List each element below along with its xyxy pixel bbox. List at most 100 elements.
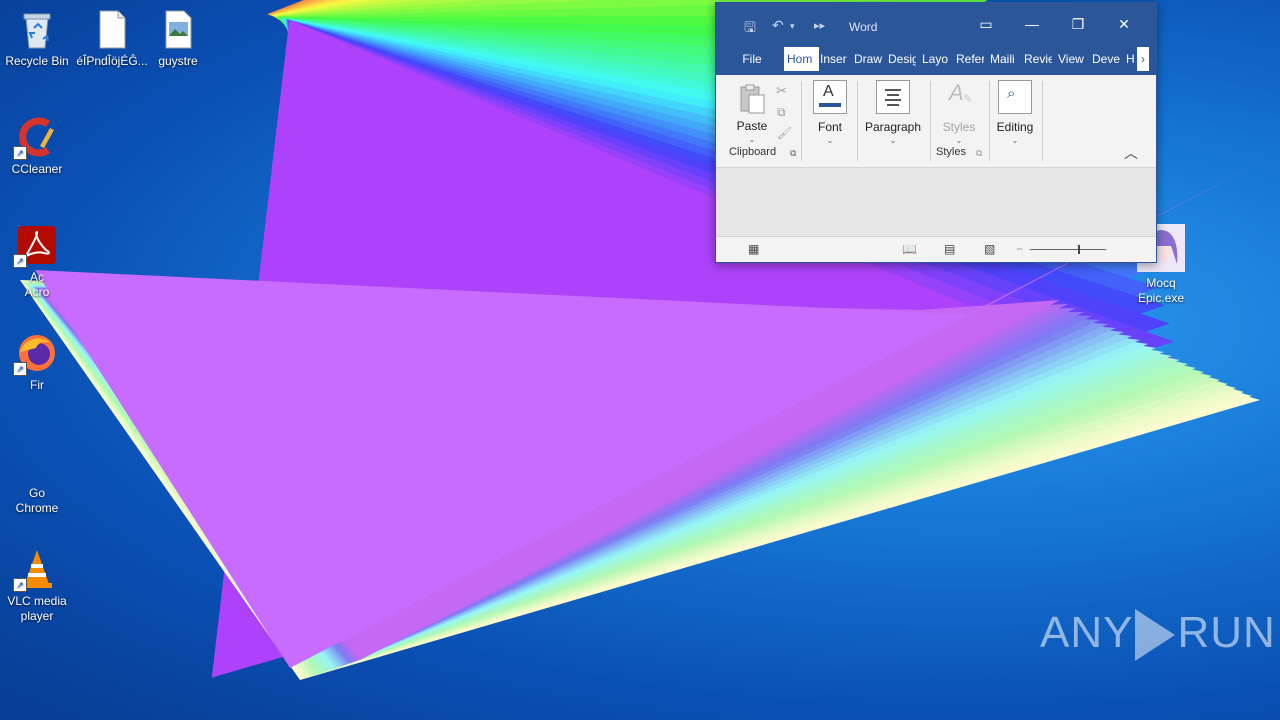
minimize-button[interactable]: — xyxy=(1018,13,1046,35)
chrome-icon[interactable]: Go Chrome xyxy=(1,450,73,516)
tab-help[interactable]: H xyxy=(1126,47,1136,71)
pastel-sheet xyxy=(29,284,1165,671)
shortcut-arrow-icon: ↗ xyxy=(13,254,27,268)
styles-dropdown-icon[interactable]: ⌄ xyxy=(938,136,980,145)
word-titlebar[interactable]: 🖫 ↶ ▾ ▸▸ Word ▭ — ❐ ✕ xyxy=(716,3,1156,43)
pastel-sheet xyxy=(34,287,1116,666)
pastel-sheet xyxy=(35,287,1109,665)
file-1-icon[interactable]: éÎPndÎöjÉĜ... xyxy=(76,8,148,69)
copy-icon[interactable]: ⧉ xyxy=(777,105,786,120)
paragraph-align-icon xyxy=(876,80,910,114)
pastel-sheet xyxy=(40,290,1060,660)
tab-references[interactable]: Refer xyxy=(956,47,984,71)
watermark-left-text: ANY xyxy=(1040,608,1134,657)
paste-dropdown-icon[interactable]: ⌄ xyxy=(730,135,774,144)
restore-button[interactable]: ❐ xyxy=(1064,13,1092,35)
font-dropdown-icon[interactable]: ⌄ xyxy=(812,136,848,145)
undo-dropdown-icon[interactable]: ▾ xyxy=(790,21,795,32)
magenta-sheet xyxy=(330,85,548,200)
editing-dropdown-icon[interactable]: ⌄ xyxy=(994,136,1036,145)
collapse-ribbon-icon[interactable]: ︿ xyxy=(1124,143,1138,163)
tab-mailings[interactable]: Maili xyxy=(990,47,1018,71)
pastel-sheet xyxy=(28,284,1180,672)
styles-icon: A ✎ xyxy=(949,80,974,106)
pastel-sheet xyxy=(37,288,1085,663)
vlc-icon[interactable]: ↗ VLC media player xyxy=(1,548,73,624)
tab-view[interactable]: View xyxy=(1058,47,1088,71)
pastel-sheet xyxy=(32,286,1132,668)
tab-draw[interactable]: Draw xyxy=(854,47,884,71)
watermark-right-text: RUN xyxy=(1177,608,1276,657)
close-button[interactable]: ✕ xyxy=(1110,13,1138,35)
paste-label: Paste xyxy=(736,119,768,133)
find-icon: ⌕ xyxy=(998,80,1032,114)
document-icon xyxy=(91,8,133,50)
save-icon[interactable]: 🖫 xyxy=(744,17,756,41)
window-title: Word xyxy=(849,20,878,34)
tab-design[interactable]: Desig xyxy=(888,47,916,71)
tab-home[interactable]: Hom xyxy=(784,47,819,71)
format-painter-icon[interactable]: 🖌 xyxy=(777,126,792,140)
firefox-logo-icon: ↗ xyxy=(13,332,58,376)
ribbon-tabs: File Hom Inser Draw Desig Layo Refer Mai… xyxy=(716,43,1156,75)
group-separator xyxy=(989,81,990,161)
ribbon-display-options-icon[interactable]: ▭ xyxy=(972,13,1000,35)
cut-icon[interactable]: ✂ xyxy=(776,83,787,99)
acrobat-icon[interactable]: ↗ Ac Acro xyxy=(1,224,73,300)
document-area[interactable] xyxy=(716,168,1156,236)
paragraph-button[interactable]: Paragraph ⌄ xyxy=(864,80,922,145)
tab-developer[interactable]: Deve xyxy=(1092,47,1122,71)
acrobat-label: Ac Acro xyxy=(24,270,50,299)
editing-button[interactable]: ⌕ Editing ⌄ xyxy=(994,80,1036,145)
paragraph-label: Paragraph xyxy=(864,120,922,134)
shortcut-arrow-icon: ↗ xyxy=(13,146,27,160)
ccleaner-logo-icon: ↗ xyxy=(13,116,58,160)
proofing-icon[interactable]: ▦ xyxy=(748,242,759,256)
file-2-label: guystre xyxy=(158,54,198,68)
tabs-scroll-right-icon[interactable]: › xyxy=(1137,47,1149,71)
clipboard-launcher-icon[interactable]: ⧉ xyxy=(790,148,796,159)
ribbon-home: Paste ⌄ ✂ ⧉ 🖌 Clipboard ⧉ A Font ⌄ Parag… xyxy=(716,75,1156,168)
tab-review[interactable]: Revie xyxy=(1024,47,1052,71)
ccleaner-icon[interactable]: ↗ CCleaner xyxy=(1,116,73,177)
file-2-icon[interactable]: guystre xyxy=(142,8,214,69)
more-commands-icon[interactable]: ▸▸ xyxy=(814,19,825,32)
tab-layout[interactable]: Layo xyxy=(922,47,950,71)
undo-icon[interactable]: ↶ xyxy=(772,17,784,34)
styles-button[interactable]: A ✎ Styles ⌄ xyxy=(938,80,980,145)
zoom-slider[interactable] xyxy=(1030,249,1106,250)
chrome-label: Go Chrome xyxy=(15,486,59,515)
recycle-bin-icon[interactable]: Recycle Bin xyxy=(1,8,73,69)
group-separator xyxy=(930,81,931,161)
shortcut-arrow-icon: ↗ xyxy=(13,362,27,376)
mocq-label: Mocq Epic.exe xyxy=(1137,276,1185,305)
web-layout-icon[interactable]: ▧ xyxy=(984,242,995,256)
recycle-bin-glyph xyxy=(16,8,58,50)
print-layout-icon[interactable]: ▤ xyxy=(944,242,955,256)
vlc-label: VLC media player xyxy=(7,594,67,623)
read-mode-icon[interactable]: 📖 xyxy=(902,242,917,256)
pastel-sheet xyxy=(38,289,1076,662)
font-color-icon: A xyxy=(813,80,847,114)
paste-button[interactable]: Paste ⌄ xyxy=(730,83,774,144)
tab-file[interactable]: File xyxy=(728,47,776,71)
pastel-sheet xyxy=(36,288,1092,664)
pastel-sheet xyxy=(33,286,1125,667)
zoom-slider-thumb[interactable] xyxy=(1078,245,1080,254)
firefox-label: Fir xyxy=(30,378,44,392)
pastel-sheet xyxy=(30,285,1156,670)
pastel-sheet xyxy=(39,289,1069,661)
font-button[interactable]: A Font ⌄ xyxy=(812,80,848,145)
styles-group-label: Styles xyxy=(936,146,966,158)
firefox-icon[interactable]: ↗ Fir xyxy=(1,332,73,393)
acrobat-logo-icon: ↗ xyxy=(13,224,58,268)
paragraph-dropdown-icon[interactable]: ⌄ xyxy=(864,136,922,145)
pastel-sheet xyxy=(24,282,1212,676)
pastel-sheet xyxy=(27,283,1189,673)
styles-launcher-icon[interactable]: ⧉ xyxy=(976,148,982,159)
image-file-icon xyxy=(157,8,199,50)
zoom-out-icon[interactable]: − xyxy=(1016,242,1023,256)
word-window[interactable]: 🖫 ↶ ▾ ▸▸ Word ▭ — ❐ ✕ File Hom Inser Dra… xyxy=(715,2,1157,263)
styles-label: Styles xyxy=(942,120,976,134)
tab-insert[interactable]: Inser xyxy=(820,47,850,71)
